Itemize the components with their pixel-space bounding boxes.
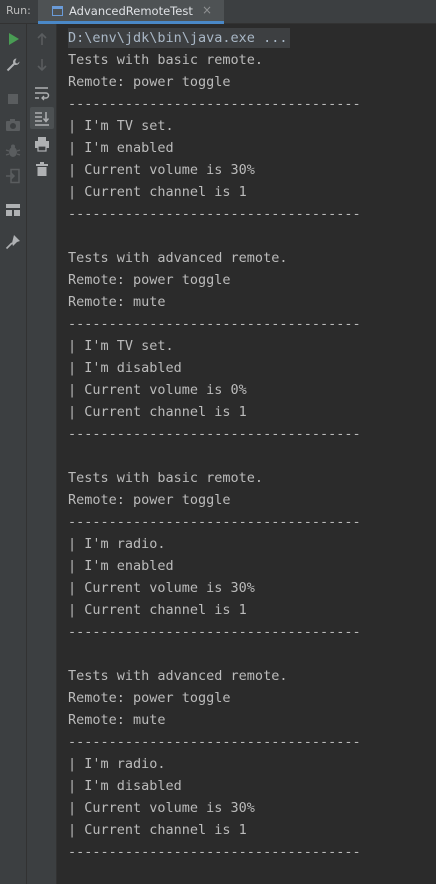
camera-dump-icon[interactable] xyxy=(4,116,22,134)
console-line: | I'm enabled xyxy=(68,558,174,574)
console-line: ------------------------------------ xyxy=(68,426,361,442)
console-line: Remote: power toggle xyxy=(68,74,231,90)
tab-title: AdvancedRemoteTest xyxy=(69,4,193,18)
console-line: ------------------------------------ xyxy=(68,844,361,860)
console-line: | I'm radio. xyxy=(68,756,166,772)
clear-all-icon[interactable] xyxy=(33,160,51,178)
run-tool-window-header: Run: AdvancedRemoteTest × xyxy=(0,0,436,24)
application-icon xyxy=(52,6,63,16)
console-line: | Current volume is 30% xyxy=(68,800,255,816)
soft-wrap-icon[interactable] xyxy=(33,84,51,102)
java-command[interactable]: D:\env\jdk\bin\java.exe ... xyxy=(68,28,291,48)
console-line: Remote: mute xyxy=(68,294,166,310)
console-line: | Current channel is 1 xyxy=(68,602,247,618)
scroll-to-end-toggle[interactable] xyxy=(30,107,54,129)
console-line: | Current volume is 30% xyxy=(68,580,255,596)
console-toolbar xyxy=(27,24,57,884)
console-line: Remote: mute xyxy=(68,712,166,728)
stop-icon[interactable] xyxy=(4,90,22,108)
rerun-icon[interactable] xyxy=(4,30,22,48)
console-line: | I'm radio. xyxy=(68,536,166,552)
tab-advanced-remote-test[interactable]: AdvancedRemoteTest × xyxy=(38,0,224,24)
console-command-line[interactable]: D:\env\jdk\bin\java.exe ... xyxy=(68,27,361,49)
scroll-to-end-icon xyxy=(35,112,50,126)
console-line: Remote: power toggle xyxy=(68,492,231,508)
console-line: Tests with basic remote. xyxy=(68,470,264,486)
run-label: Run: xyxy=(6,4,31,17)
console-line: | I'm enabled xyxy=(68,140,174,156)
console-line: ------------------------------------ xyxy=(68,734,361,750)
pin-icon[interactable] xyxy=(4,233,22,251)
print-icon[interactable] xyxy=(33,135,51,153)
console-line: Remote: power toggle xyxy=(68,690,231,706)
console-line: | Current channel is 1 xyxy=(68,404,247,420)
close-icon[interactable]: × xyxy=(202,3,212,17)
console-lines: D:\env\jdk\bin\java.exe ... Tests with b… xyxy=(68,27,361,863)
scroll-down-icon[interactable] xyxy=(33,56,51,74)
debug-bug-icon[interactable] xyxy=(4,142,22,160)
console-line: | I'm TV set. xyxy=(68,118,174,134)
console-line: ------------------------------------ xyxy=(68,316,361,332)
console-line: | I'm disabled xyxy=(68,360,182,376)
console-line: | Current volume is 0% xyxy=(68,382,247,398)
console-line: Tests with advanced remote. xyxy=(68,668,288,684)
console-line: Remote: power toggle xyxy=(68,272,231,288)
settings-wrench-icon[interactable] xyxy=(4,56,22,74)
console-line: | Current volume is 30% xyxy=(68,162,255,178)
console-line: | I'm disabled xyxy=(68,778,182,794)
scroll-up-icon[interactable] xyxy=(33,30,51,48)
console-line: | I'm TV set. xyxy=(68,338,174,354)
console-line: ------------------------------------ xyxy=(68,206,361,222)
console-line: ------------------------------------ xyxy=(68,514,361,530)
exit-icon[interactable] xyxy=(4,167,22,185)
console-line: ------------------------------------ xyxy=(68,624,361,640)
console-line: ------------------------------------ xyxy=(68,96,361,112)
console-line: | Current channel is 1 xyxy=(68,184,247,200)
console-line: | Current channel is 1 xyxy=(68,822,247,838)
console-line: Tests with basic remote. xyxy=(68,52,264,68)
console-output[interactable]: D:\env\jdk\bin\java.exe ... Tests with b… xyxy=(57,24,436,884)
console-line: Tests with advanced remote. xyxy=(68,250,288,266)
layout-icon[interactable] xyxy=(4,201,22,219)
run-toolbar xyxy=(0,24,27,884)
